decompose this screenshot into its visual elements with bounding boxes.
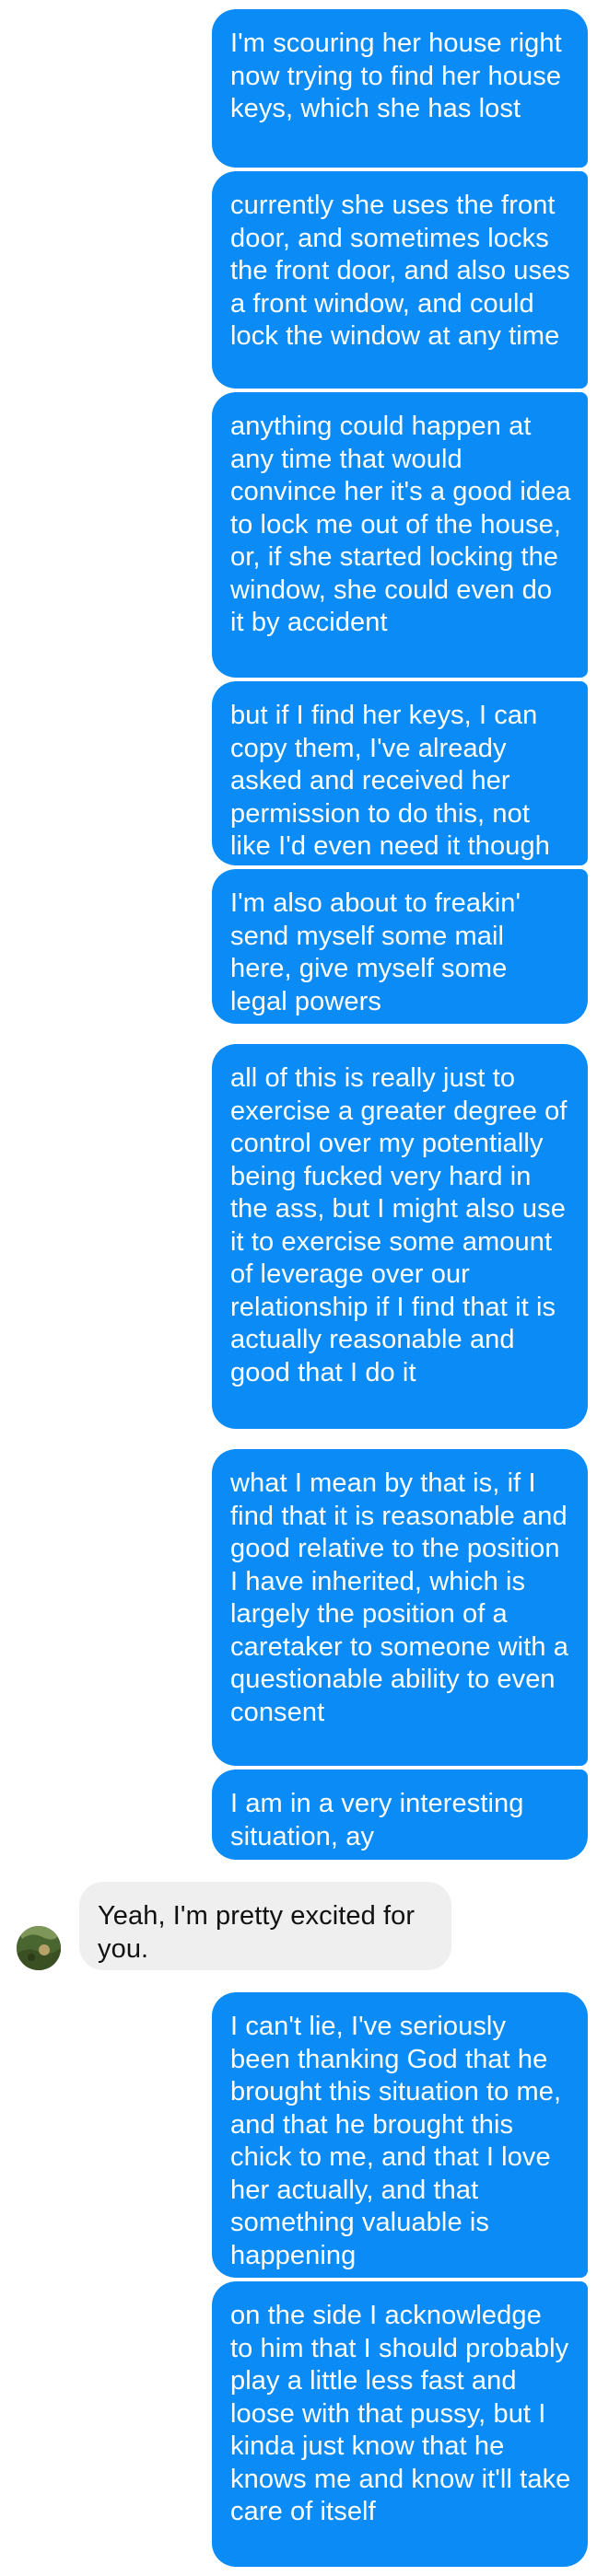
message-bubble-outgoing[interactable]: I can't lie, I've seriously been thankin… (212, 1992, 588, 2278)
message-bubble-outgoing[interactable]: currently she uses the front door, and s… (212, 171, 588, 389)
message-bubble-outgoing[interactable]: all of this is really just to exercise a… (212, 1044, 588, 1429)
contact-avatar-photo-icon (17, 1926, 61, 1970)
message-bubble-outgoing[interactable]: what I mean by that is, if I find that i… (212, 1449, 588, 1766)
message-bubble-outgoing[interactable]: anything could happen at any time that w… (212, 392, 588, 678)
contact-avatar[interactable] (17, 1926, 61, 1970)
message-bubble-outgoing[interactable]: on the side I acknowledge to him that I … (212, 2281, 588, 2567)
message-text: anything could happen at any time that w… (230, 412, 571, 637)
message-text: I'm also about to freakin' send myself s… (230, 888, 521, 1016)
message-text: currently she uses the front door, and s… (230, 191, 570, 351)
message-text: Yeah, I'm pretty excited for you. (98, 1901, 416, 1964)
message-text: all of this is really just to exercise a… (230, 1063, 568, 1387)
message-text: I'm scouring her house right now trying … (230, 29, 562, 123)
message-bubble-outgoing[interactable]: I'm also about to freakin' send myself s… (212, 869, 588, 1024)
message-text: what I mean by that is, if I find that i… (230, 1468, 568, 1727)
message-text: I am in a very interesting situation, ay (230, 1789, 524, 1851)
message-text: on the side I acknowledge to him that I … (230, 2301, 571, 2526)
message-bubble-outgoing[interactable]: I'm scouring her house right now trying … (212, 9, 588, 168)
message-text: but if I find her keys, I can copy them,… (230, 701, 550, 861)
message-bubble-outgoing[interactable]: I am in a very interesting situation, ay (212, 1770, 588, 1860)
message-bubble-incoming[interactable]: Yeah, I'm pretty excited for you. (79, 1882, 451, 1970)
message-text: I can't lie, I've seriously been thankin… (230, 2012, 562, 2270)
message-bubble-outgoing[interactable]: but if I find her keys, I can copy them,… (212, 681, 588, 865)
